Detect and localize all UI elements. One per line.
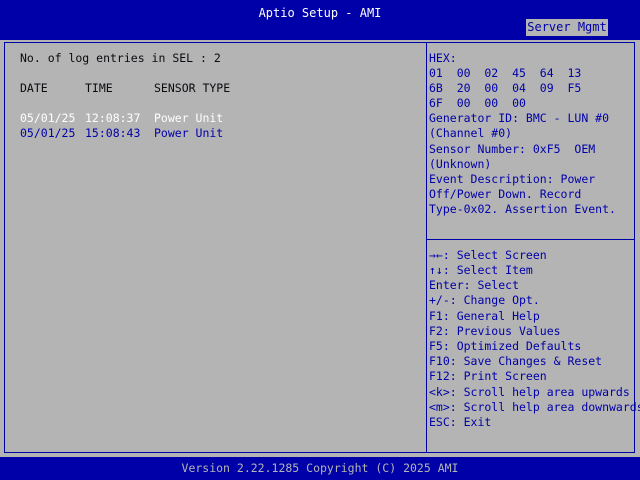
entry-time: 12:08:37	[85, 111, 141, 125]
column-header-date: DATE	[20, 81, 48, 95]
key-help-enter: Enter: Select	[429, 278, 520, 292]
entry-date: 05/01/25	[20, 111, 76, 125]
footer-bar: Version 2.22.1285 Copyright (C) 2025 AMI	[0, 457, 640, 480]
entry-sensor-type: Power Unit	[154, 111, 224, 125]
setup-title: Aptio Setup - AMI	[258, 6, 382, 20]
key-help-f10: F10: Save Changes & Reset	[429, 354, 603, 368]
header-bar: Aptio Setup - AMI Server Mgmt	[0, 0, 640, 40]
detail-event-description-2: Off/Power Down. Record	[429, 187, 582, 201]
detail-hex-line-1: 01 00 02 45 64 13	[429, 66, 582, 80]
key-help-scroll-down: <m>: Scroll help area downwards	[429, 400, 640, 414]
key-help-f1: F1: General Help	[429, 309, 540, 323]
vertical-divider	[426, 43, 427, 452]
detail-sensor-unknown: (Unknown)	[429, 157, 492, 171]
tab-server-mgmt[interactable]: Server Mgmt	[526, 19, 608, 36]
entry-date: 05/01/25	[20, 126, 76, 140]
detail-sensor-number: Sensor Number: 0xF5 OEM	[429, 142, 596, 156]
key-help-change-opt: +/-: Change Opt.	[429, 293, 540, 307]
detail-event-description: Event Description: Power	[429, 172, 596, 186]
key-help-f12: F12: Print Screen	[429, 369, 547, 383]
column-header-sensor-type: SENSOR TYPE	[154, 81, 231, 95]
version-text: Version 2.22.1285 Copyright (C) 2025 AMI	[181, 461, 459, 475]
detail-hex-line-3: 6F 00 00 00	[429, 96, 526, 110]
detail-hex-line-2: 6B 20 00 04 09 F5	[429, 81, 582, 95]
detail-generator-id: Generator ID: BMC - LUN #0	[429, 111, 610, 125]
entry-sensor-type: Power Unit	[154, 126, 224, 140]
key-help-f2: F2: Previous Values	[429, 324, 561, 338]
column-header-time: TIME	[85, 81, 113, 95]
detail-hex-label: HEX:	[429, 51, 457, 65]
sel-entry-count: No. of log entries in SEL : 2	[20, 51, 221, 65]
key-help-select-screen: →←: Select Screen	[429, 248, 547, 262]
key-help-select-item: ↑↓: Select Item	[429, 263, 533, 277]
detail-event-description-3: Type-0x02. Assertion Event.	[429, 202, 616, 216]
key-help-f5: F5: Optimized Defaults	[429, 339, 582, 353]
sel-entry-row[interactable]: 05/01/25 12:08:37 Power Unit	[0, 111, 421, 126]
key-help-scroll-up: <k>: Scroll help area upwards	[429, 385, 630, 399]
sel-entry-row[interactable]: 05/01/25 15:08:43 Power Unit	[0, 126, 421, 141]
key-help-esc: ESC: Exit	[429, 415, 492, 429]
help-divider	[427, 239, 634, 240]
entry-time: 15:08:43	[85, 126, 141, 140]
detail-channel: (Channel #0)	[429, 126, 513, 140]
